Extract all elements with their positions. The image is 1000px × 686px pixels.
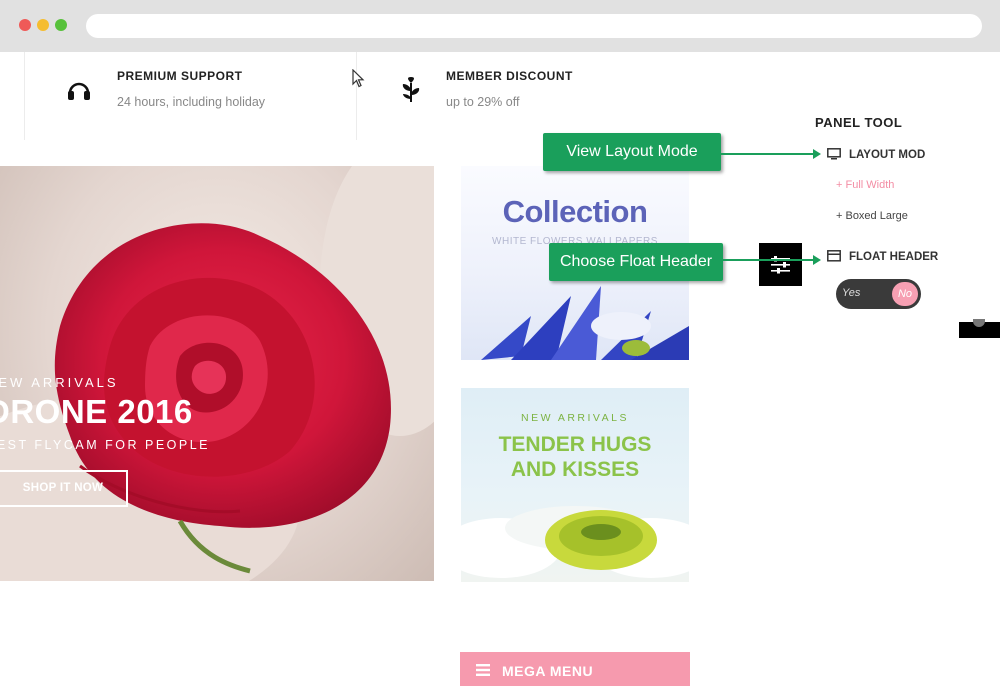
- hero-kicker: NEW ARRIVALS: [0, 375, 119, 390]
- panel-tool-title: PANEL TOOL: [815, 115, 903, 130]
- banner-title: Collection: [502, 194, 648, 229]
- minimize-window-dot[interactable]: [37, 19, 49, 31]
- browser-chrome: [0, 0, 1000, 52]
- callout-view-layout-mode: View Layout Mode: [543, 133, 721, 171]
- float-header-toggle[interactable]: Yes No: [836, 279, 921, 309]
- layout-mode-heading: LAYOUT MOD: [827, 148, 925, 161]
- header-window-icon: [827, 250, 841, 262]
- feature-title: MEMBER DISCOUNT: [446, 69, 573, 83]
- layout-mode-label: LAYOUT MOD: [849, 149, 926, 161]
- hero-slide[interactable]: NEW ARRIVALS DRONE 2016 BEST FLYCAM FOR …: [0, 166, 434, 581]
- float-header-heading: FLOAT HEADER: [827, 250, 938, 263]
- sliders-icon: [771, 256, 790, 274]
- hero-title: DRONE 2016: [0, 393, 193, 430]
- feature-divider: [356, 52, 357, 140]
- feature-title: PREMIUM SUPPORT: [117, 69, 243, 83]
- address-bar[interactable]: [86, 14, 982, 38]
- banner-kicker: NEW ARRIVALS: [521, 412, 629, 424]
- close-window-dot[interactable]: [19, 19, 31, 31]
- rose-image: [0, 166, 434, 581]
- side-tab[interactable]: [959, 319, 1000, 338]
- feature-divider: [24, 52, 25, 140]
- hamburger-icon: [476, 664, 490, 676]
- tender-hugs-banner[interactable]: NEW ARRIVALS TENDER HUGS AND KISSES: [461, 388, 689, 582]
- toggle-no-label[interactable]: No: [892, 282, 918, 306]
- banner-title-line2: AND KISSES: [510, 458, 640, 481]
- mega-menu-label: MEGA MENU: [502, 663, 594, 679]
- toggle-yes-label[interactable]: Yes: [842, 287, 860, 299]
- headphones-icon: [68, 82, 90, 100]
- feature-member-discount: MEMBER DISCOUNT up to 29% off: [398, 52, 678, 140]
- hero-subtitle: BEST FLYCAM FOR PEOPLE: [0, 438, 211, 452]
- callout-choose-float-header: Choose Float Header: [549, 243, 723, 281]
- maximize-window-dot[interactable]: [55, 19, 67, 31]
- feature-subtitle: up to 29% off: [446, 95, 520, 109]
- banner-title-line1: TENDER HUGS: [498, 433, 652, 456]
- callout-arrow: [723, 255, 821, 265]
- feature-subtitle: 24 hours, including holiday: [117, 95, 266, 109]
- tab-knob-icon: [973, 319, 985, 327]
- mega-menu-button[interactable]: MEGA MENU: [460, 652, 690, 686]
- daisy-image: [461, 506, 689, 578]
- feature-premium-support: PREMIUM SUPPORT 24 hours, including holi…: [66, 52, 346, 140]
- float-header-label: FLOAT HEADER: [849, 251, 939, 263]
- mouse-cursor-icon: [352, 69, 365, 88]
- monitor-icon: [827, 148, 841, 160]
- shop-now-button[interactable]: SHOP IT NOW: [0, 470, 128, 507]
- callout-arrow: [721, 149, 821, 159]
- panel-tool-toggle-button[interactable]: [759, 243, 802, 286]
- layout-option-boxed-large[interactable]: + Boxed Large: [836, 210, 908, 222]
- plant-icon: [402, 77, 420, 102]
- layout-option-full-width[interactable]: + Full Width: [836, 179, 894, 191]
